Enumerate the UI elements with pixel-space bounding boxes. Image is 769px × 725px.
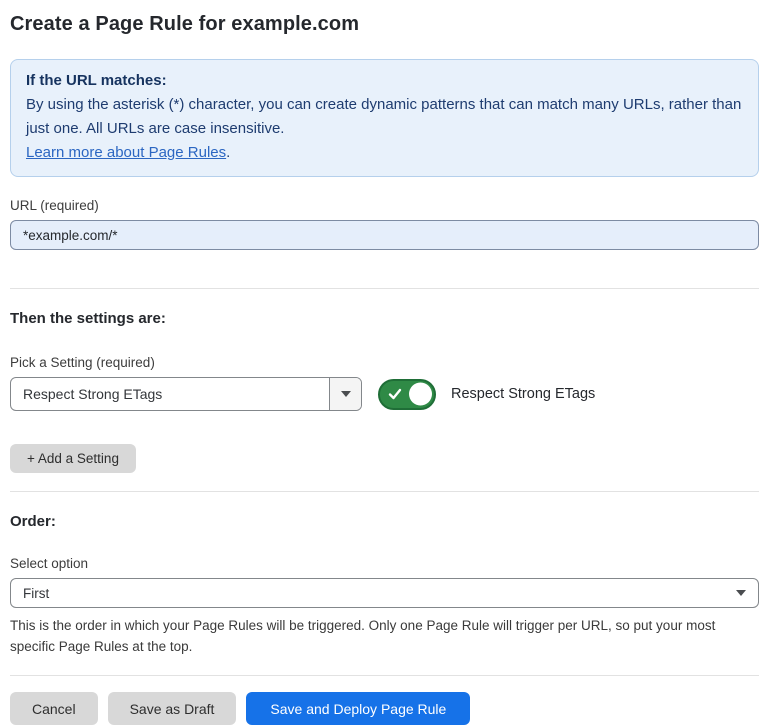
divider <box>10 491 759 492</box>
info-box-heading: If the URL matches: <box>26 69 743 93</box>
add-setting-button[interactable]: + Add a Setting <box>10 444 136 473</box>
check-icon <box>388 387 402 401</box>
setting-select-value: Respect Strong ETags <box>11 378 329 410</box>
order-select-value: First <box>23 586 736 601</box>
dropdown-arrow-icon <box>341 391 351 397</box>
chevron-down-icon <box>736 590 746 596</box>
link-suffix: . <box>226 144 230 161</box>
setting-row: Respect Strong ETags Respect Strong ETag… <box>10 377 759 411</box>
order-section-heading: Order: <box>10 513 759 531</box>
divider <box>10 675 759 676</box>
url-input[interactable] <box>10 220 759 250</box>
settings-section-heading: Then the settings are: <box>10 310 759 328</box>
page-title: Create a Page Rule for example.com <box>10 12 759 36</box>
info-link-line: Learn more about Page Rules. <box>26 141 743 165</box>
setting-select[interactable]: Respect Strong ETags <box>10 377 362 411</box>
footer-actions: Cancel Save as Draft Save and Deploy Pag… <box>10 692 759 725</box>
toggle-label: Respect Strong ETags <box>451 386 595 402</box>
respect-strong-etags-toggle[interactable] <box>378 379 436 410</box>
order-help-text: This is the order in which your Page Rul… <box>10 615 759 657</box>
setting-select-arrow-button[interactable] <box>329 378 361 410</box>
order-select-label: Select option <box>10 555 759 572</box>
divider <box>10 288 759 289</box>
save-as-draft-button[interactable]: Save as Draft <box>108 692 237 725</box>
order-select[interactable]: First <box>10 578 759 608</box>
cancel-button[interactable]: Cancel <box>10 692 98 725</box>
info-box-body: By using the asterisk (*) character, you… <box>26 93 743 141</box>
pick-setting-label: Pick a Setting (required) <box>10 354 759 371</box>
url-field-label: URL (required) <box>10 197 759 214</box>
toggle-knob <box>409 383 432 406</box>
url-match-info-box: If the URL matches: By using the asteris… <box>10 59 759 177</box>
save-and-deploy-button[interactable]: Save and Deploy Page Rule <box>246 692 470 725</box>
create-page-rule-form: Create a Page Rule for example.com If th… <box>0 0 769 725</box>
learn-more-link[interactable]: Learn more about Page Rules <box>26 144 226 161</box>
toggle-group: Respect Strong ETags <box>378 379 595 410</box>
